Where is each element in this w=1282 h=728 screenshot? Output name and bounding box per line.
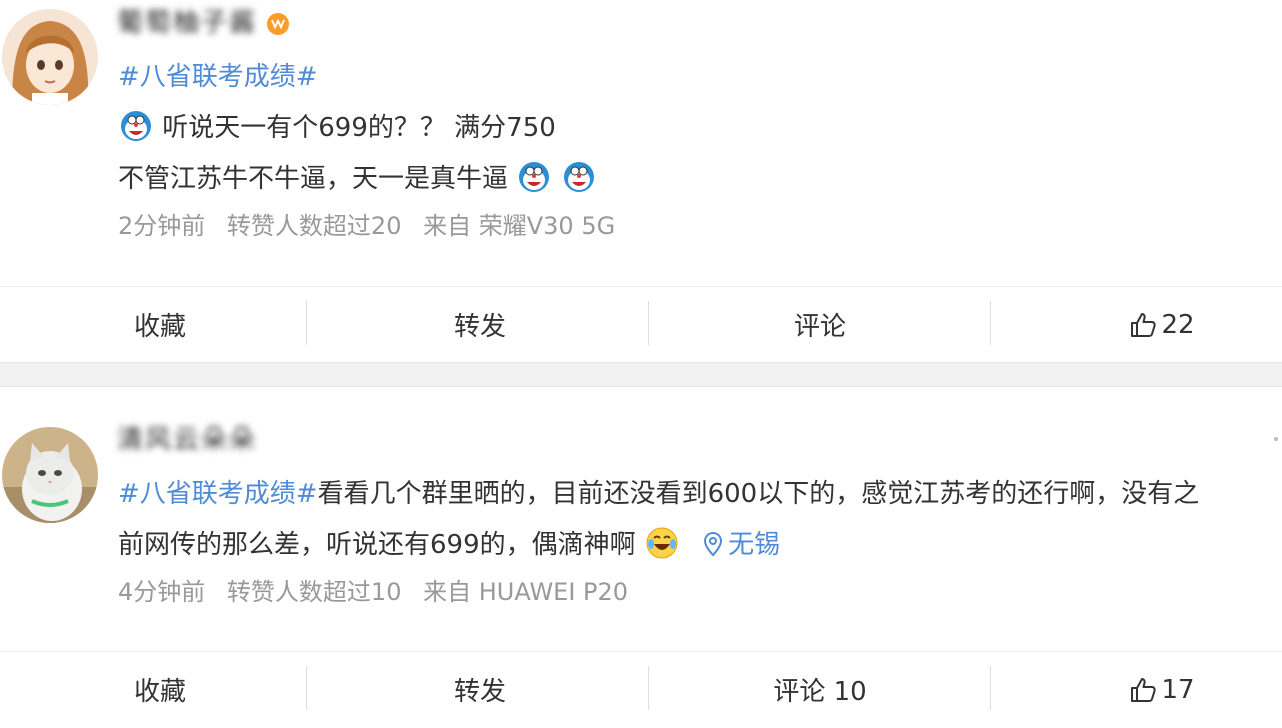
post-meta: 4分钟前 转赞人数超过10 来自 HUAWEI P20 [118, 577, 642, 607]
post-meta: 2分钟前 转赞人数超过20 来自 荣耀V30 5G [118, 211, 629, 241]
favorite-button[interactable]: 收藏 [0, 652, 320, 727]
repost-button[interactable]: 转发 [320, 652, 640, 727]
action-bar: 收藏 转发 评论 22 [0, 286, 1282, 362]
comment-label: 评论 10 [773, 677, 867, 707]
post-source: 来自 荣耀V30 5G [423, 212, 616, 240]
weibo-post: 葡萄柚子酱 #八省联考成绩# 听说天一有个699的？？ 满分750 不管江苏牛不… [0, 0, 1282, 362]
more-options-icon[interactable] [1274, 437, 1278, 441]
divider [648, 666, 649, 710]
location-pin-icon [704, 531, 723, 557]
post-body-text: 前网传的那么差，听说还有699的，偶滴神啊 [118, 530, 636, 560]
post-source: 来自 HUAWEI P20 [423, 578, 629, 606]
post-body-text: 不管江苏牛不牛逼，天一是真牛逼 [118, 164, 509, 194]
post-time[interactable]: 4分钟前 [118, 578, 205, 606]
repost-button[interactable]: 转发 [320, 287, 640, 362]
like-button[interactable]: 17 [1002, 652, 1282, 727]
post-text-line: #八省联考成绩#看看几个群里晒的，目前还没看到600以下的，感觉江苏考的还行啊，… [118, 477, 1199, 511]
doraemon-emoji-icon [519, 162, 550, 192]
post-time[interactable]: 2分钟前 [118, 212, 205, 240]
location-link[interactable]: 无锡 [728, 530, 780, 560]
divider [306, 301, 307, 345]
repost-info: 转赞人数超过20 [226, 212, 402, 240]
hashtag-link[interactable]: #八省联考成绩# [118, 62, 318, 92]
avatar[interactable] [2, 9, 98, 105]
comment-button[interactable]: 评论 [660, 287, 980, 362]
repost-info: 转赞人数超过10 [226, 578, 402, 606]
avatar-cat-image [2, 427, 98, 523]
post-text-line: 不管江苏牛不牛逼，天一是真牛逼 [118, 160, 597, 196]
favorite-label: 收藏 [133, 312, 186, 342]
divider [990, 301, 991, 345]
like-count: 22 [1161, 309, 1195, 340]
post-body-text: 看看几个群里晒的，目前还没看到600以下的，感觉江苏考的还行啊，没有之 [317, 479, 1200, 509]
doraemon-emoji-icon [563, 162, 594, 192]
weibo-post: 清风云朵朵 #八省联考成绩#看看几个群里晒的，目前还没看到600以下的，感觉江苏… [0, 385, 1282, 728]
post-text-line: 前网传的那么差，听说还有699的，偶滴神啊 无锡 [118, 526, 780, 562]
avatar[interactable] [2, 427, 98, 523]
like-count: 17 [1161, 674, 1195, 705]
repost-label: 转发 [453, 312, 506, 342]
post-body-text: 听说天一有个699的？？ 满分750 [162, 113, 556, 143]
comment-label: 评论 [793, 312, 846, 342]
thumbs-up-icon [1131, 312, 1157, 337]
post-text-line: 听说天一有个699的？？ 满分750 [118, 109, 556, 145]
favorite-label: 收藏 [133, 677, 186, 707]
like-button[interactable]: 22 [1002, 287, 1282, 362]
avatar-anime-girl-image [2, 9, 98, 105]
post-text-line: #八省联考成绩# [118, 60, 318, 94]
post-separator [0, 362, 1282, 387]
doraemon-emoji-icon [121, 111, 151, 141]
hashtag-link[interactable]: #八省联考成绩# [118, 479, 318, 509]
comment-button[interactable]: 评论 10 [660, 652, 980, 727]
divider [648, 301, 649, 345]
vip-badge-icon [267, 13, 289, 35]
repost-label: 转发 [453, 677, 506, 707]
username-blurred[interactable]: 清风云朵朵 [117, 425, 257, 455]
laugh-cry-emoji-icon [646, 527, 678, 559]
thumbs-up-icon [1131, 677, 1157, 702]
divider [990, 666, 991, 710]
action-bar: 收藏 转发 评论 10 17 [0, 651, 1282, 727]
favorite-button[interactable]: 收藏 [0, 287, 320, 362]
divider [306, 666, 307, 710]
username-blurred[interactable]: 葡萄柚子酱 [117, 8, 257, 38]
